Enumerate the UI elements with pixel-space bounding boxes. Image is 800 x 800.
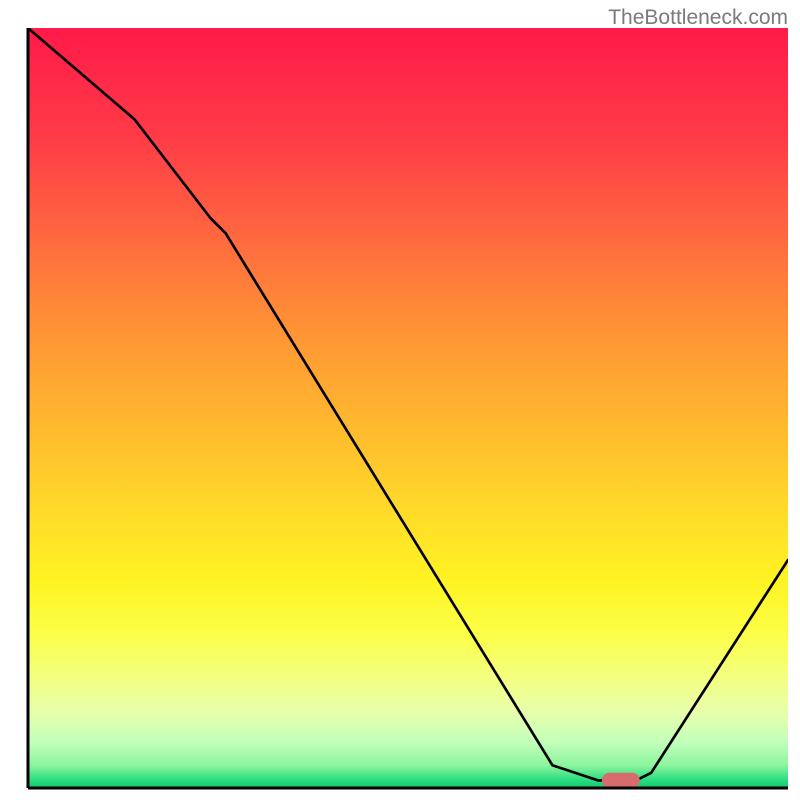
optimal-indicator <box>602 773 640 788</box>
chart-overlay <box>28 28 788 788</box>
watermark-text: TheBottleneck.com <box>608 6 788 30</box>
bottleneck-curve <box>28 28 788 780</box>
